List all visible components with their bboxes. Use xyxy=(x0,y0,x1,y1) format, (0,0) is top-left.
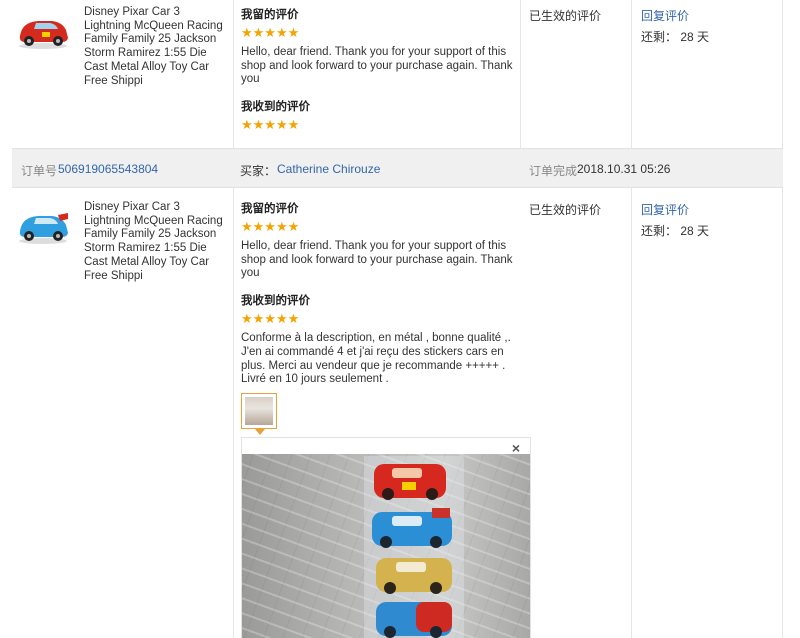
product-thumbnail[interactable] xyxy=(12,8,74,52)
my-rating-stars: ★★★★★ xyxy=(241,25,300,40)
product-thumbnail[interactable] xyxy=(12,203,74,247)
review-section: 我留的评价 ★★★★★ Hello, dear friend. Thank yo… xyxy=(241,202,521,387)
reply-review-link[interactable]: 回复评价 xyxy=(641,201,689,218)
order-number-link[interactable]: 506919065543804 xyxy=(58,162,158,176)
buyer-label: 买家： xyxy=(240,164,277,178)
order-number-label: 订单号 xyxy=(21,164,58,178)
received-rating-stars: ★★★★★ xyxy=(241,117,300,133)
my-review-text: Hello, dear friend. Thank you for your s… xyxy=(241,240,513,280)
my-review-label: 我留的评价 xyxy=(241,203,299,215)
product-title[interactable]: Disney Pixar Car 3 Lightning McQueen Rac… xyxy=(84,6,224,88)
column-divider xyxy=(233,188,234,638)
my-review-text: Hello, dear friend. Thank you for your s… xyxy=(241,46,513,86)
order-complete-label: 订单完成 xyxy=(529,164,578,178)
packaged-cars-image xyxy=(364,456,464,638)
column-divider xyxy=(631,0,632,148)
buyer-name-link[interactable]: Catherine Chirouze xyxy=(277,162,380,176)
column-divider xyxy=(631,188,632,638)
received-review-label: 我收到的评价 xyxy=(241,295,310,308)
review-status: 已生效的评价 xyxy=(529,9,602,23)
column-divider xyxy=(782,0,783,148)
column-divider xyxy=(233,0,234,148)
received-rating-stars: ★★★★★ xyxy=(241,311,300,327)
order-complete-time: 2018.10.31 05:26 xyxy=(577,162,671,176)
my-review-label: 我留的评价 xyxy=(241,9,299,21)
remaining-days: 还剩： 28 天 xyxy=(641,30,710,44)
review-photo xyxy=(242,454,530,638)
selected-arrow-icon xyxy=(255,429,265,435)
order-info-bar: 订单号 506919065543804 买家： Catherine Chirou… xyxy=(12,148,783,188)
review-section: 我留的评价 ★★★★★ Hello, dear friend. Thank yo… xyxy=(241,8,521,132)
column-divider xyxy=(782,188,783,638)
reply-review-link[interactable]: 回复评价 xyxy=(641,7,689,24)
product-title[interactable]: Disney Pixar Car 3 Lightning McQueen Rac… xyxy=(84,201,224,283)
review-photo-thumbnail[interactable] xyxy=(241,393,277,435)
my-rating-stars: ★★★★★ xyxy=(241,219,300,234)
received-review-label: 我收到的评价 xyxy=(241,101,310,114)
photo-viewer: × xyxy=(241,437,531,638)
photo-thumbnail-image xyxy=(245,397,273,425)
received-review-text: Conforme à la description, en métal , bo… xyxy=(241,332,511,386)
review-status: 已生效的评价 xyxy=(529,203,602,217)
remaining-days: 还剩： 28 天 xyxy=(641,224,710,238)
